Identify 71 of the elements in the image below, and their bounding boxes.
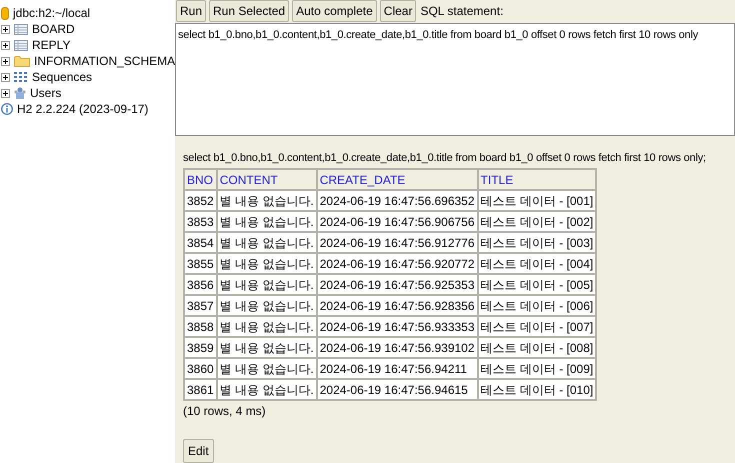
expand-icon[interactable] — [1, 56, 10, 66]
tree-item[interactable]: H2 2.2.224 (2023-09-17) — [17, 100, 148, 118]
table-cell: 2024-06-19 16:47:56.696352 — [316, 190, 478, 211]
tree-item[interactable]: REPLY — [32, 36, 70, 54]
sql-statement: select b1_0.bno,b1_0.content,b1_0.create_date,b1_0.title from board b1_0 offset 0 rows fetch first 10 rows only; — [183, 150, 706, 166]
table-cell: 테스트 데이터 - [009] — [478, 358, 596, 379]
tree-item[interactable]: INFORMATION_SCHEMA — [34, 52, 176, 70]
table-cell: 3852 — [184, 190, 217, 211]
table-cell: 테스트 데이터 - [006] — [478, 295, 596, 316]
column-header[interactable]: CONTENT — [216, 169, 317, 190]
table-cell: 3859 — [184, 337, 217, 358]
table-cell: 3854 — [184, 232, 217, 253]
edit-button[interactable]: Edit — [183, 439, 214, 463]
table-cell: 2024-06-19 16:47:56.912776 — [316, 232, 478, 253]
table-cell: 테스트 데이터 - [002] — [478, 211, 596, 232]
tree-item[interactable]: Users — [30, 84, 62, 102]
tree-item[interactable]: jdbc:h2:~/local — [13, 4, 90, 22]
table-cell: 별 내용 없습니다. — [216, 316, 317, 337]
table-cell: 3861 — [184, 379, 217, 400]
table-cell: 2024-06-19 16:47:56.939102 — [316, 337, 478, 358]
table-cell: 2024-06-19 16:47:56.928356 — [316, 295, 478, 316]
table-cell: 별 내용 없습니다. — [216, 190, 317, 211]
table-cell: 테스트 데이터 - [010] — [478, 379, 596, 400]
table-cell: 테스트 데이터 - [005] — [478, 274, 596, 295]
toolbar-button[interactable]: Run — [176, 0, 206, 22]
table-cell: 3856 — [184, 274, 217, 295]
table-cell: 테스트 데이터 - [008] — [478, 337, 596, 358]
toolbar-button[interactable]: Clear — [380, 0, 416, 22]
column-header[interactable]: TITLE — [478, 169, 596, 190]
table-cell: 3860 — [184, 358, 217, 379]
table-cell: 2024-06-19 16:47:56.920772 — [316, 253, 478, 274]
table-cell: 별 내용 없습니다. — [216, 295, 317, 316]
table-cell: 2024-06-19 16:47:56.906756 — [316, 211, 478, 232]
folder-icon — [14, 55, 30, 67]
sql-editor[interactable]: select b1_0.bno,b1_0.content,b1_0.create_date,b1_0.title from board b1_0 offset 0 rows fetch first 10 rows only — [175, 22, 735, 136]
expand-icon[interactable] — [1, 40, 10, 50]
table-cell: 별 내용 없습니다. — [216, 358, 317, 379]
table-cell: 별 내용 없습니다. — [216, 379, 317, 400]
tree-item[interactable]: Sequences — [32, 68, 92, 86]
table-cell: 3857 — [184, 295, 217, 316]
column-header[interactable]: BNO — [184, 169, 217, 190]
table-cell: 테스트 데이터 - [001] — [478, 190, 596, 211]
expand-icon[interactable] — [1, 88, 10, 98]
toolbar-button[interactable]: Auto complete — [292, 0, 377, 22]
table-icon — [14, 40, 28, 50]
table-cell: 별 내용 없습니다. — [216, 337, 317, 358]
grid-icon — [14, 72, 28, 82]
tree-item[interactable]: BOARD — [32, 20, 75, 38]
table-cell: 2024-06-19 16:47:56.94211 — [316, 358, 478, 379]
table-cell: 별 내용 없습니다. — [216, 232, 317, 253]
table-cell: 2024-06-19 16:47:56.933353 — [316, 316, 478, 337]
toolbar-button[interactable]: Run Selected — [209, 0, 290, 22]
table-cell: 2024-06-19 16:47:56.925353 — [316, 274, 478, 295]
table-cell: 2024-06-19 16:47:56.94615 — [316, 379, 478, 400]
table-cell: 테스트 데이터 - [004] — [478, 253, 596, 274]
users-icon — [14, 86, 26, 100]
sql-label: SQL statement: — [420, 3, 504, 20]
database-icon — [1, 6, 9, 20]
table-cell: 3853 — [184, 211, 217, 232]
table-icon — [14, 24, 28, 34]
column-header[interactable]: CREATE_DATE — [316, 169, 478, 190]
result-summary: (10 rows, 4 ms) — [183, 403, 266, 420]
table-cell: 테스트 데이터 - [007] — [478, 316, 596, 337]
table-cell: 3855 — [184, 253, 217, 274]
table-cell: 테스트 데이터 - [003] — [478, 232, 596, 253]
table-cell: 별 내용 없습니다. — [216, 211, 317, 232]
expand-icon[interactable] — [1, 24, 10, 34]
table-cell: 별 내용 없습니다. — [216, 274, 317, 295]
table-cell: 3858 — [184, 316, 217, 337]
expand-icon[interactable] — [1, 72, 10, 82]
table-cell: 별 내용 없습니다. — [216, 253, 317, 274]
